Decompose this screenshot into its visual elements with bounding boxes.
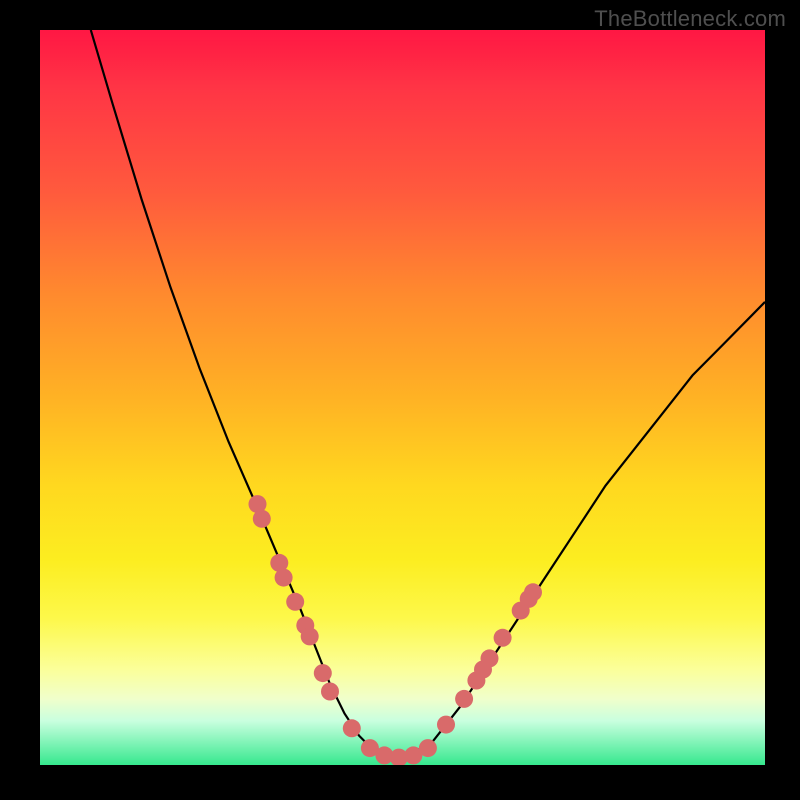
- data-dot: [524, 583, 542, 601]
- chart-container: TheBottleneck.com: [0, 0, 800, 800]
- data-dot: [481, 649, 499, 667]
- data-dot: [343, 719, 361, 737]
- data-dot: [301, 627, 319, 645]
- data-dots: [249, 495, 543, 765]
- data-dot: [494, 629, 512, 647]
- data-dot: [286, 593, 304, 611]
- data-dot: [419, 739, 437, 757]
- data-dot: [455, 690, 473, 708]
- curve-svg: [40, 30, 765, 765]
- plot-area: [40, 30, 765, 765]
- data-dot: [437, 716, 455, 734]
- data-dot: [314, 664, 332, 682]
- bottleneck-curve: [91, 30, 765, 758]
- data-dot: [321, 683, 339, 701]
- data-dot: [275, 569, 293, 587]
- data-dot: [253, 510, 271, 528]
- watermark-label: TheBottleneck.com: [594, 6, 786, 32]
